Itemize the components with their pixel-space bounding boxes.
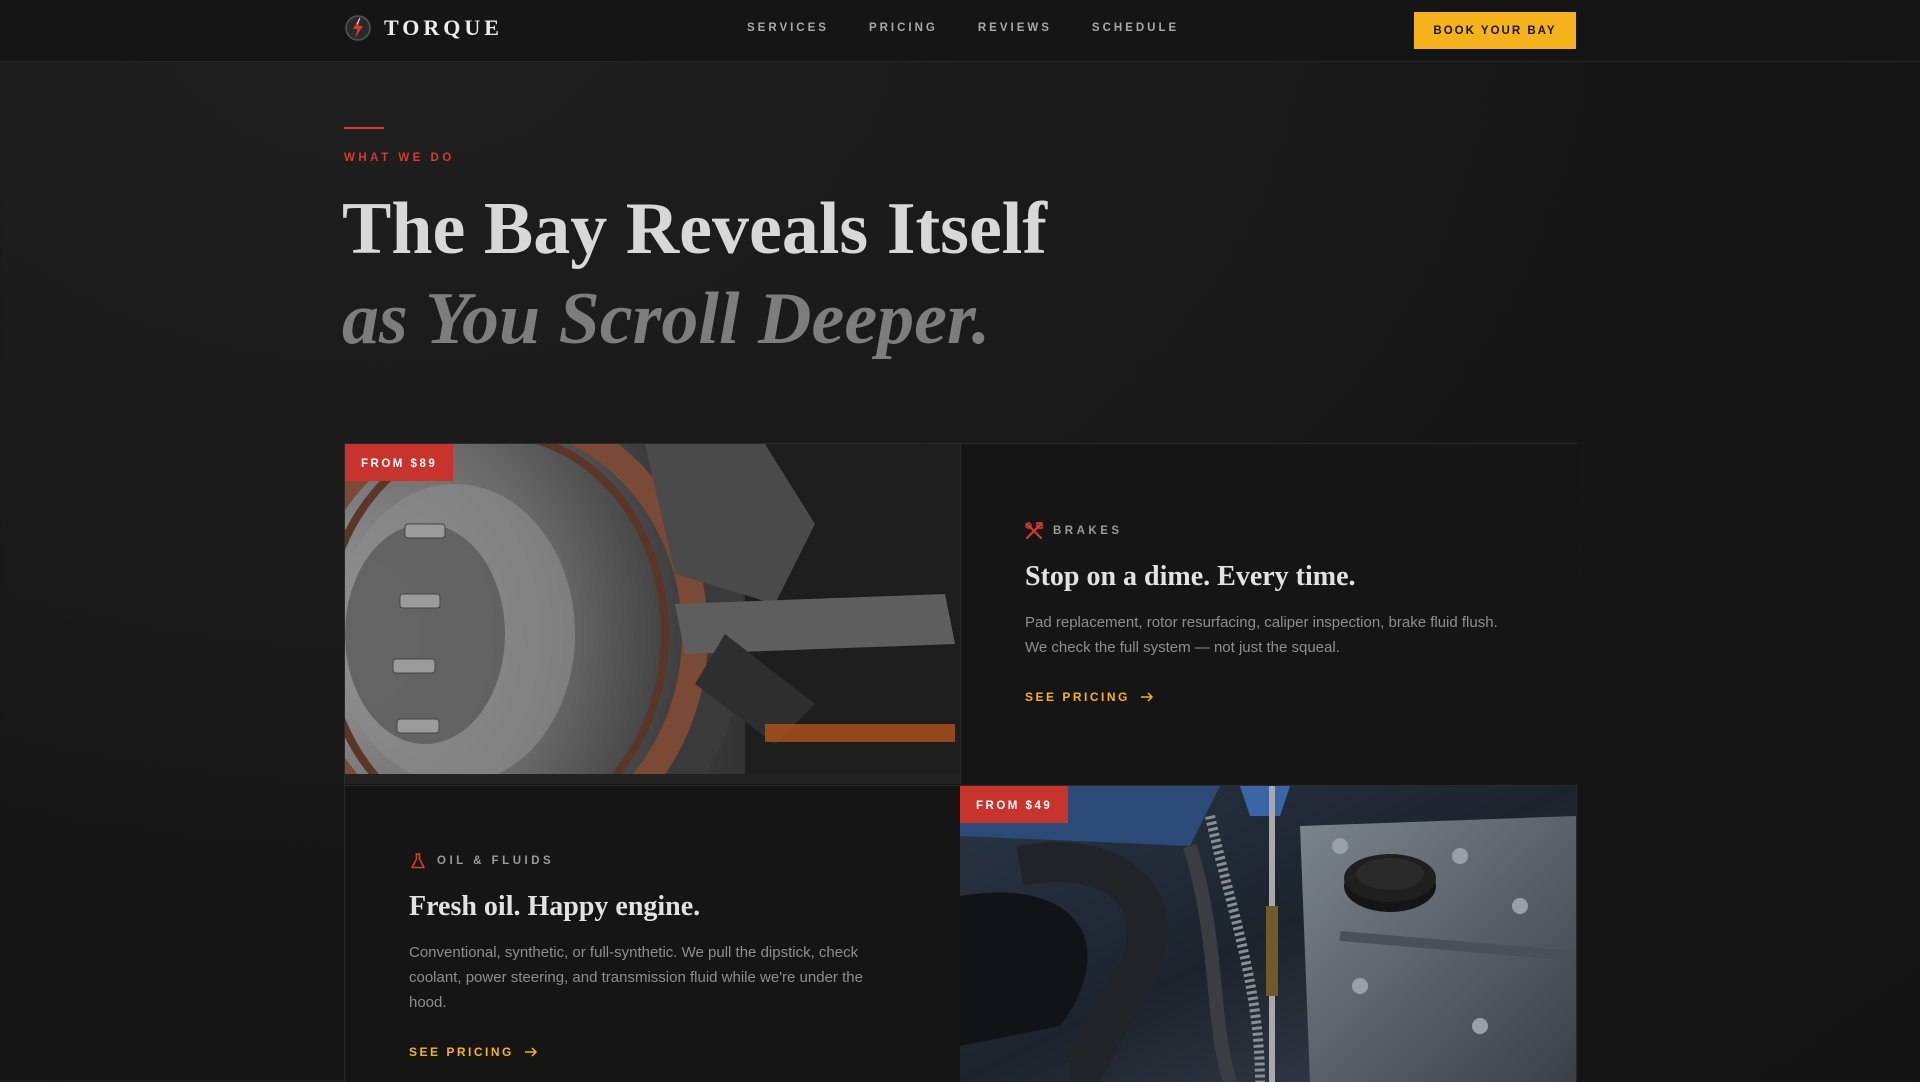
see-pricing-label: SEE PRICING [1025, 690, 1130, 704]
brakes-content: BRAKES Stop on a dime. Every time. Pad r… [1025, 522, 1505, 704]
service-category: OIL & FLUIDS [409, 852, 889, 870]
page-title: The Bay Reveals Itself [342, 188, 1047, 270]
brakes-card: BRAKES Stop on a dime. Every time. Pad r… [960, 444, 1577, 784]
service-title: Fresh oil. Happy engine. [409, 891, 701, 922]
arrow-right-icon [524, 1047, 537, 1057]
eyebrow-rule [344, 127, 384, 129]
nav-links: SERVICES PRICING REVIEWS SCHEDULE [747, 22, 1219, 34]
page-subtitle: as You Scroll Deeper. [342, 278, 991, 360]
engine-bay-image [960, 786, 1576, 1082]
brand-name: TORQUE [384, 15, 503, 40]
tools-icon [1025, 522, 1043, 540]
nav-link-pricing[interactable]: PRICING [869, 22, 938, 34]
see-pricing-label: SEE PRICING [409, 1045, 514, 1059]
service-category: BRAKES [1025, 522, 1505, 540]
services-grid: FROM $89 BRAKES Stop on a dime. Every ti… [344, 443, 1577, 1082]
book-your-bay-button[interactable]: BOOK YOUR BAY [1414, 12, 1576, 49]
arrow-right-icon [1140, 692, 1153, 702]
top-nav: TORQUE SERVICES PRICING REVIEWS SCHEDULE… [0, 0, 1920, 62]
service-description: Pad replacement, rotor resurfacing, cali… [1025, 614, 1498, 656]
category-label: BRAKES [1053, 525, 1123, 537]
nav-link-schedule[interactable]: SCHEDULE [1092, 22, 1179, 34]
price-badge: FROM $89 [345, 444, 454, 481]
oil-content: OIL & FLUIDS Fresh oil. Happy engine. Co… [409, 852, 889, 1059]
service-title: Stop on a dime. Every time. [1025, 561, 1356, 592]
price-badge: FROM $49 [960, 786, 1069, 823]
category-label: OIL & FLUIDS [437, 855, 555, 867]
nav-link-reviews[interactable]: REVIEWS [978, 22, 1052, 34]
piston-logo-icon [345, 15, 371, 41]
engine-photo: FROM $49 [960, 785, 1576, 1082]
brake-rotor-image [345, 444, 960, 784]
brake-photo: FROM $89 [345, 444, 960, 784]
service-description: Conventional, synthetic, or full-synthet… [409, 944, 863, 1011]
brand[interactable]: TORQUE [344, 14, 503, 42]
see-pricing-link[interactable]: SEE PRICING [409, 1045, 889, 1059]
nav-link-services[interactable]: SERVICES [747, 22, 829, 34]
flask-icon [411, 853, 425, 869]
section-eyebrow: WHAT WE DO [344, 152, 455, 164]
see-pricing-link[interactable]: SEE PRICING [1025, 690, 1505, 704]
oil-card: OIL & FLUIDS Fresh oil. Happy engine. Co… [345, 785, 960, 1082]
